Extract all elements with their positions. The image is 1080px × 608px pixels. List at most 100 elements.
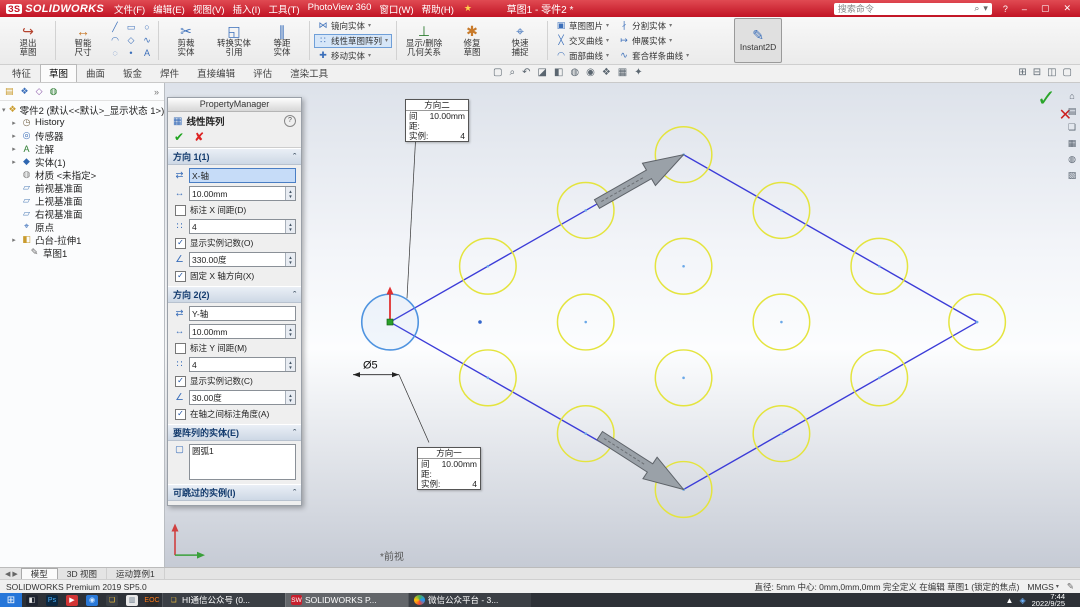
expand-arrow-icon[interactable]: ▸ [10,132,18,140]
reverse-direction-icon[interactable]: ⇄ [173,170,186,181]
graphics-area[interactable]: Ø5 PropertyManager ▦ 线性阵列 ? ✔ ✘ 方向 1(1)ˆ [165,83,1080,567]
favorites-star-icon[interactable]: ★ [464,3,472,14]
tree-item[interactable]: ⌖原点 [0,220,164,233]
tray-app-icon[interactable]: ◈ [1019,596,1025,605]
command-tab[interactable]: 曲面 [77,64,114,82]
direction2-section-header[interactable]: 方向 2(2)ˆ [168,286,301,303]
dim-x-spacing-checkbox[interactable]: 标注 X 间距(D) [173,204,296,216]
restore-button[interactable]: ▢ [1038,3,1053,14]
view-palette-icon[interactable]: ▦ [1068,138,1077,149]
tree-item[interactable]: ▾❖零件2 (默认<<默认>_显示状态 1>) [0,103,164,116]
file-explorer-icon[interactable]: ❏ [1068,122,1076,133]
folder-window[interactable]: ❏HI通信公众号 (0... [162,593,285,607]
command-search-input[interactable]: 搜索命令 ⌕ ▾ [834,3,992,15]
minimize-button[interactable]: – [1019,4,1030,14]
single-pane-icon[interactable]: ⊟ [1033,67,1041,78]
direction2-angle-input[interactable]: 30.00度▲▼ [189,390,296,405]
fix-x-axis-checkbox[interactable]: 固定 X 轴方向(X) [173,270,296,282]
direction1-angle-input[interactable]: 330.00度▲▼ [189,252,296,267]
home-icon[interactable]: ⌂ [1069,91,1074,101]
spinner[interactable]: ▲▼ [285,253,295,266]
display-style-icon[interactable]: ◍ [570,67,579,78]
direction1-spacing-input[interactable]: 10.00mm▲▼ [189,186,296,201]
tree-item[interactable]: ◍材质 <未指定> [0,168,164,181]
view-settings-icon[interactable]: ✦ [634,67,642,78]
mirror-entities-button[interactable]: ⋈镜向实体▾ [314,19,392,33]
split-pane-icon[interactable]: ⊞ [1018,67,1026,78]
menu-item[interactable]: 帮助(H) [418,2,458,16]
model-tab[interactable]: 模型 [21,568,58,579]
cancel-button[interactable]: ✘ [194,130,204,144]
direction2-axis-input[interactable]: Y-轴 [189,306,296,321]
dim-angle-checkbox[interactable]: 在轴之间标注角度(A) [173,408,296,420]
two-pane-icon[interactable]: ◫ [1047,67,1056,78]
close-button[interactable]: ✕ [1060,3,1074,14]
offset-entities-button[interactable]: ∥等距实体 [258,18,306,63]
solidworks-window[interactable]: SWSOLIDWORKS P... [285,593,408,607]
direction2-count-input[interactable]: 4▲▼ [189,357,296,372]
expand-arrow-icon[interactable]: ▸ [10,236,18,244]
exit-sketch-button[interactable]: ↪退出草图 [4,18,52,63]
expand-arrow-icon[interactable]: ▸ [10,158,18,166]
display-count1-checkbox[interactable]: 显示实例记数(O) [173,237,296,249]
clock[interactable]: 7:442022/9/25 [1032,593,1065,608]
sketch-entity-tool-0[interactable]: ╱ [107,21,123,34]
propertymanager-tab[interactable]: ❖ [21,86,29,97]
tree-item[interactable]: ▸◷History [0,116,164,129]
command-tab[interactable]: 草图 [40,64,77,82]
configurationmanager-tab[interactable]: ◇ [36,86,43,97]
help-icon[interactable]: ? [284,115,296,127]
entity-item[interactable]: 圆弧1 [192,446,293,456]
model-tab[interactable]: 3D 视图 [58,568,107,579]
featuremanager-tab[interactable]: ▤ [5,86,14,97]
confirm-ok-icon[interactable]: ✓ [1037,85,1056,112]
tree-item[interactable]: ▱上视基准面 [0,194,164,207]
command-tab[interactable]: 评估 [244,64,281,82]
menu-item[interactable]: PhotoView 360 [304,2,376,16]
move-entities-button[interactable]: ✚移动实体▾ [314,49,392,63]
direction2-callout[interactable]: 方向二 间距:10.00mm 实例:4 [405,99,469,142]
sketch-entity-tool-4[interactable]: ◇ [123,34,139,47]
dim-y-spacing-checkbox[interactable]: 标注 Y 间距(M) [173,342,296,354]
tab-scroll-arrow[interactable]: ◀ [5,570,10,578]
smart-dimension-button[interactable]: ↔智能尺寸 [59,18,107,63]
direction2-spacing-input[interactable]: 10.00mm▲▼ [189,324,296,339]
fit-spline-button[interactable]: ∿套合样条曲线▾ [615,49,693,63]
direction1-axis-input[interactable]: X-轴 [189,168,296,183]
menu-item[interactable]: 插入(I) [229,2,265,16]
intersection-curve-button[interactable]: ╳交叉曲线▾ [552,34,613,48]
sketch-entity-tool-2[interactable]: ○ [139,21,155,34]
sketch-entity-tool-5[interactable]: ∿ [139,34,155,47]
fullscreen-icon[interactable]: ▢ [1063,67,1072,78]
menu-item[interactable]: 窗口(W) [375,2,417,16]
model-tab[interactable]: 运动算例1 [107,568,165,579]
reverse-direction-icon[interactable]: ⇄ [173,308,186,319]
displaymanager-tab[interactable]: ◍ [50,86,58,97]
spinner[interactable]: ▲▼ [285,220,295,233]
edit-icon[interactable]: ✎ [1067,581,1074,592]
convert-entities-button[interactable]: ◱转换实体引用 [210,18,258,63]
direction1-section-header[interactable]: 方向 1(1)ˆ [168,148,301,165]
spinner[interactable]: ▲▼ [285,391,295,404]
tree-item[interactable]: ✎草图1 [0,246,164,259]
search-icon[interactable]: ⌕ [974,3,979,14]
zoom-area-icon[interactable]: ⌕ [509,67,515,78]
tree-item[interactable]: ▸A注解 [0,142,164,155]
tree-item[interactable]: ▱前视基准面 [0,181,164,194]
view-orientation-icon[interactable]: ◧ [554,67,563,78]
direction1-count-input[interactable]: 4▲▼ [189,219,296,234]
sketch-entity-tool-6[interactable]: ◌ [107,47,123,60]
command-tab[interactable]: 钣金 [114,64,151,82]
spinner[interactable]: ▲▼ [285,358,295,371]
stretch-entities-button[interactable]: ↦伸展实体▾ [615,34,693,48]
photoshop-icon[interactable]: Ps [42,593,62,607]
expand-arrow-icon[interactable]: ▾ [2,106,6,114]
design-library-icon[interactable]: ▤ [1068,106,1077,117]
command-tab[interactable]: 特征 [3,64,40,82]
edit-appearance-icon[interactable]: ❖ [602,67,611,78]
help-button[interactable]: ? [1000,4,1011,14]
repair-sketch-button[interactable]: ✱修复草图 [448,18,496,63]
entities-section-header[interactable]: 要阵列的实体(E)ˆ [168,424,301,441]
entities-to-pattern-list[interactable]: 圆弧1 [189,444,296,480]
menu-item[interactable]: 编辑(E) [149,2,189,16]
